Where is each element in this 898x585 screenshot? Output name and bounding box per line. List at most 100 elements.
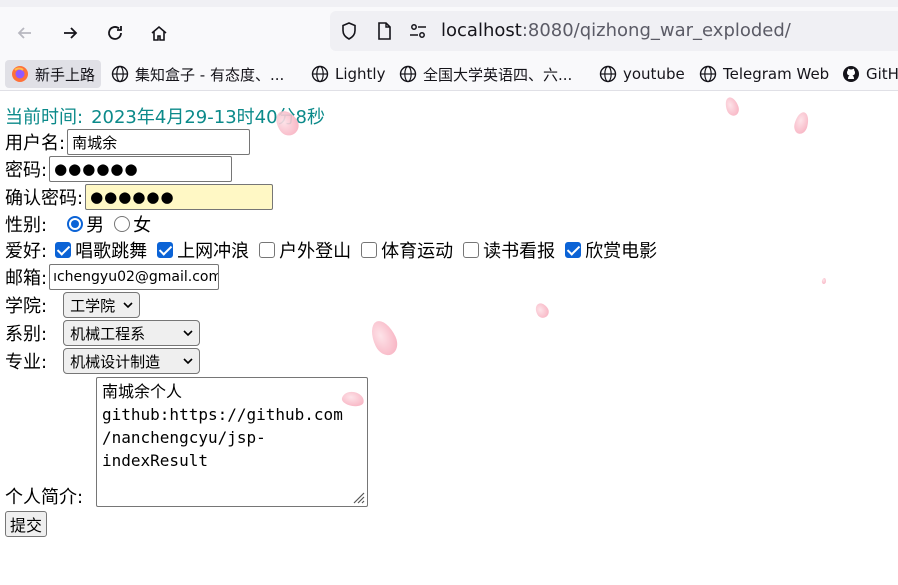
username-label: 用户名: bbox=[5, 133, 66, 154]
hobby-option[interactable]: 上网冲浪 bbox=[157, 237, 249, 263]
hobby-option-label: 读书看报 bbox=[483, 241, 556, 262]
intro-textarea[interactable]: 南城余个人 github:https://github.com /nanchen… bbox=[96, 377, 368, 507]
department-label: 系别: bbox=[5, 324, 48, 345]
department-value: 机械工程系 bbox=[70, 324, 146, 343]
firefox-icon bbox=[11, 65, 29, 83]
resize-grip-icon[interactable] bbox=[351, 490, 365, 504]
hobby-checkbox[interactable] bbox=[259, 242, 276, 258]
hobby-option-label: 上网冲浪 bbox=[177, 241, 250, 262]
site-permissions-icon[interactable] bbox=[408, 21, 428, 41]
bookmark-label: Telegram Web bbox=[723, 65, 830, 83]
hobby-label: 爱好: bbox=[5, 241, 48, 262]
confirm-password-input[interactable]: ●●●●●● bbox=[85, 184, 274, 210]
url-host: localhost bbox=[441, 20, 522, 41]
department-row: 系别: 机械工程系 bbox=[5, 320, 201, 346]
url-path: :8080/qizhong_war_exploded/ bbox=[521, 20, 791, 41]
window-top-strip bbox=[0, 0, 898, 7]
chevron-down-icon bbox=[183, 356, 193, 366]
bookmark-label: 全国大学英语四、六... bbox=[423, 65, 573, 84]
page-icon[interactable] bbox=[374, 21, 394, 41]
gender-male-radio[interactable] bbox=[67, 216, 84, 232]
bookmark-item[interactable]: Lightly bbox=[305, 60, 391, 88]
hobby-option-label: 唱歌跳舞 bbox=[75, 241, 148, 262]
hobby-checkbox[interactable] bbox=[157, 242, 174, 258]
hobby-option[interactable]: 唱歌跳舞 bbox=[55, 237, 147, 263]
hobby-row: 爱好: 唱歌跳舞 上网冲浪 户外登山 体育运动 读书看报 欣赏电影 bbox=[5, 237, 667, 263]
hobby-option[interactable]: 体育运动 bbox=[361, 237, 453, 263]
globe-icon bbox=[399, 65, 417, 83]
major-value: 机械设计制造 bbox=[70, 352, 161, 371]
intro-label: 个人简介: bbox=[5, 487, 84, 508]
username-value: 南城余 bbox=[72, 133, 118, 152]
back-button[interactable] bbox=[9, 17, 41, 49]
confirm-password-label: 确认密码: bbox=[5, 188, 84, 209]
college-value: 工学院 bbox=[70, 296, 116, 315]
chevron-down-icon bbox=[123, 300, 133, 310]
password-mask: ●●●●●● bbox=[54, 160, 139, 178]
globe-icon bbox=[599, 65, 617, 83]
hobby-option-label: 体育运动 bbox=[381, 241, 454, 262]
reload-button[interactable] bbox=[99, 17, 131, 49]
bookmark-item[interactable]: youtube bbox=[593, 60, 691, 88]
gender-row: 性别: 男 女 bbox=[5, 211, 161, 237]
password-input[interactable]: ●●●●●● bbox=[49, 156, 233, 182]
college-select[interactable]: 工学院 bbox=[63, 292, 141, 318]
intro-line: indexResult bbox=[102, 451, 208, 470]
hobby-option[interactable]: 读书看报 bbox=[463, 237, 555, 263]
intro-line: /nanchengcyu/jsp- bbox=[102, 428, 266, 447]
bookmark-item[interactable]: GitH bbox=[836, 60, 898, 88]
hobby-checkbox[interactable] bbox=[55, 242, 72, 258]
bookmark-item[interactable]: 新手上路 bbox=[5, 60, 102, 88]
bookmark-item[interactable]: Telegram Web bbox=[693, 60, 835, 88]
shield-icon[interactable] bbox=[339, 21, 359, 41]
bookmarks-toolbar: 新手上路 集知盒子 - 有态度、... Lightly 全国大学英语四、六...… bbox=[0, 57, 898, 91]
bookmark-label: GitH bbox=[866, 65, 898, 83]
bookmark-label: 集知盒子 - 有态度、... bbox=[135, 65, 285, 84]
email-row: 邮箱: ıchengyu02@gmail.com bbox=[5, 264, 220, 290]
reload-icon bbox=[108, 26, 122, 40]
hobby-option[interactable]: 欣赏电影 bbox=[565, 237, 657, 263]
department-select[interactable]: 机械工程系 bbox=[63, 320, 201, 346]
submit-label: 提交 bbox=[10, 516, 43, 535]
intro-row: 个人简介: bbox=[5, 483, 83, 509]
college-row: 学院: 工学院 bbox=[5, 292, 141, 318]
hobby-checkbox[interactable] bbox=[565, 242, 582, 258]
username-input[interactable]: 南城余 bbox=[67, 129, 251, 155]
home-button[interactable] bbox=[143, 17, 175, 49]
email-value: ıchengyu02@gmail.com bbox=[53, 269, 220, 285]
hobby-checkbox[interactable] bbox=[361, 242, 378, 258]
bookmark-label: 新手上路 bbox=[35, 65, 96, 84]
globe-icon bbox=[311, 65, 329, 83]
hobby-option[interactable]: 户外登山 bbox=[259, 237, 351, 263]
gender-female-label: 女 bbox=[133, 215, 152, 236]
email-input[interactable]: ıchengyu02@gmail.com bbox=[49, 264, 220, 290]
forward-button[interactable] bbox=[54, 17, 86, 49]
submit-button[interactable]: 提交 bbox=[5, 511, 48, 537]
major-row: 专业: 机械设计制造 bbox=[5, 348, 201, 374]
email-label: 邮箱: bbox=[5, 268, 48, 289]
confirm-password-mask: ●●●●●● bbox=[90, 188, 175, 206]
major-select[interactable]: 机械设计制造 bbox=[63, 348, 201, 374]
globe-icon bbox=[111, 65, 129, 83]
hobby-checkbox[interactable] bbox=[463, 242, 480, 258]
username-row: 用户名: 南城余 bbox=[5, 129, 251, 155]
address-bar[interactable]: localhost:8080/qizhong_war_exploded/ bbox=[330, 11, 898, 51]
bookmark-item[interactable]: 全国大学英语四、六... bbox=[393, 60, 578, 88]
gender-male-option[interactable]: 男 bbox=[67, 211, 104, 237]
chevron-down-icon bbox=[183, 328, 193, 338]
password-row: 密码: ●●●●●● bbox=[5, 156, 233, 182]
gender-female-option[interactable]: 女 bbox=[114, 211, 151, 237]
globe-icon bbox=[699, 65, 717, 83]
gender-female-radio[interactable] bbox=[114, 216, 131, 232]
password-label: 密码: bbox=[5, 160, 48, 181]
time-label: 当前时间: bbox=[5, 107, 84, 128]
github-icon bbox=[842, 65, 860, 83]
navigation-toolbar: localhost:8080/qizhong_war_exploded/ bbox=[0, 7, 898, 57]
gender-label: 性别: bbox=[5, 215, 48, 236]
intro-line: github:https://github.com bbox=[102, 405, 343, 424]
gender-male-label: 男 bbox=[86, 215, 105, 236]
registration-page: 当前时间: 2023年4月29-13时40分8秒 用户名: 南城余 密码: ●●… bbox=[0, 92, 898, 585]
forward-arrow-icon bbox=[64, 27, 78, 39]
bookmark-label: Lightly bbox=[335, 65, 386, 83]
bookmark-item[interactable]: 集知盒子 - 有态度、... bbox=[105, 60, 290, 88]
